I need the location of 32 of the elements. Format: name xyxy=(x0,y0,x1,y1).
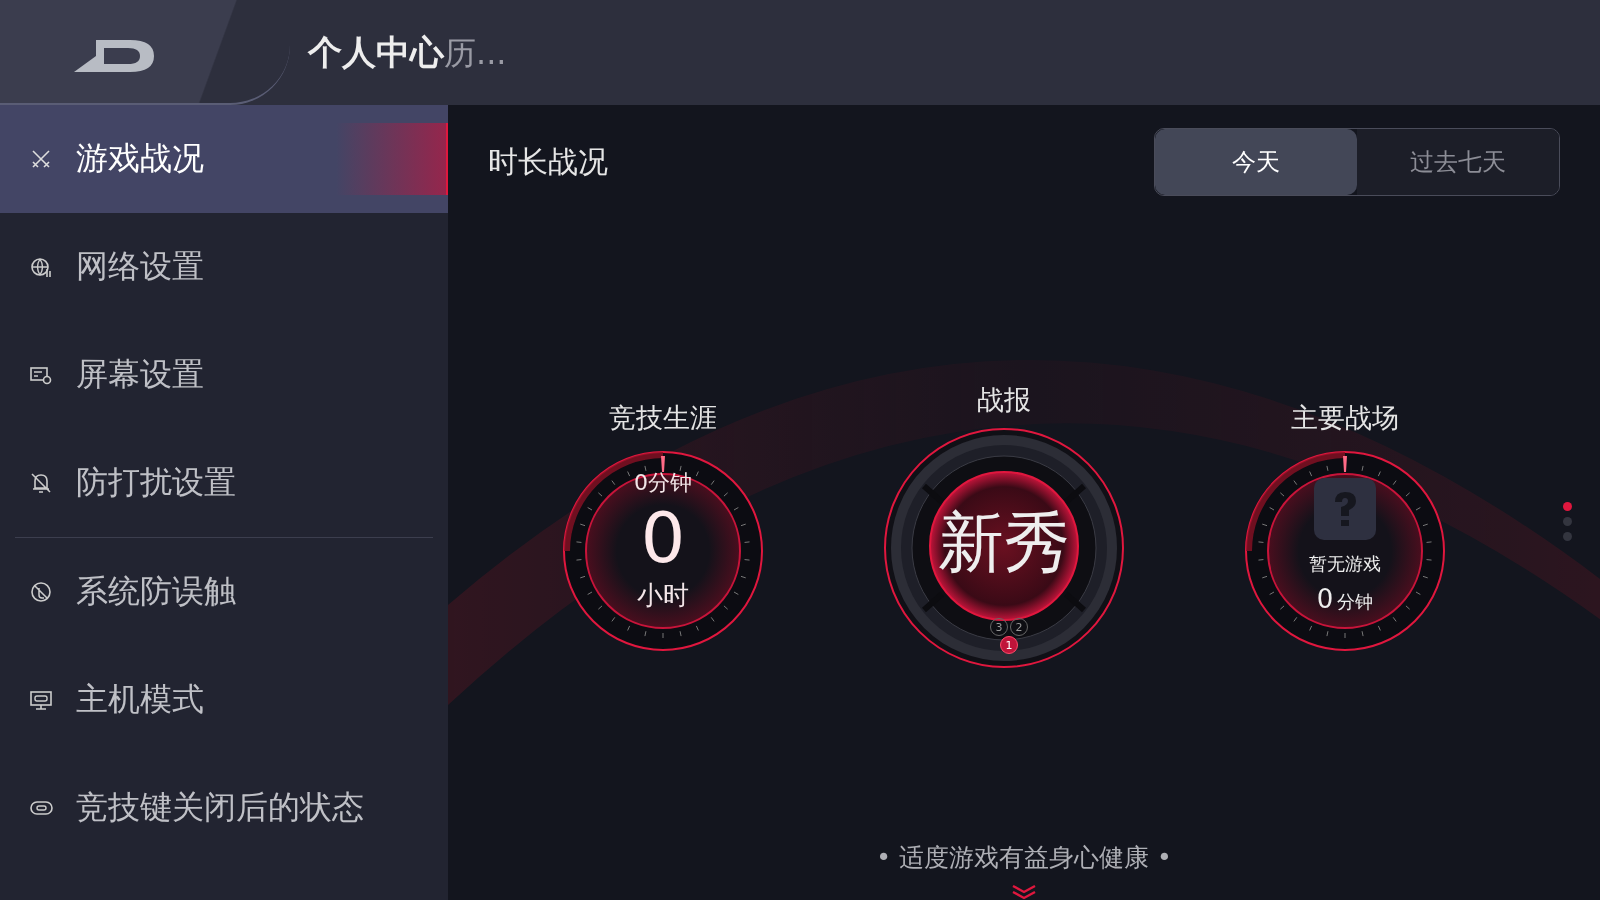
health-notice: • 适度游戏有益身心健康 • xyxy=(876,842,1172,874)
gauge-title: 战报 xyxy=(977,383,1031,417)
page-dot[interactable] xyxy=(1563,517,1572,526)
page-dot[interactable] xyxy=(1563,502,1572,511)
minutes-unit: 分钟 xyxy=(1337,590,1374,614)
period-tab[interactable]: 今天 xyxy=(1155,129,1357,195)
hours-value: 0 xyxy=(640,498,686,578)
hours-unit: 小时 xyxy=(637,579,689,612)
minutes-value: 0 xyxy=(1316,584,1334,614)
page-dot[interactable] xyxy=(1563,532,1572,541)
sidebar-item[interactable]: 系统防误触 xyxy=(0,538,448,646)
rank-title: 新秀 xyxy=(938,504,1070,582)
no-touch-icon xyxy=(30,581,54,603)
page-title: 个人中心 xyxy=(308,30,444,74)
minutes-value: 0分钟 xyxy=(634,469,692,497)
period-tab[interactable]: 过去七天 xyxy=(1357,129,1559,195)
game-name: 暂无游戏 xyxy=(1309,552,1381,576)
sidebar-item[interactable]: 网络设置 xyxy=(0,213,448,321)
sidebar-item[interactable]: 竞技键关闭后的状态 xyxy=(0,754,448,862)
sidebar-item[interactable]: 游戏战况 xyxy=(0,105,448,213)
question-mark-icon xyxy=(1314,478,1376,540)
sidebar-item[interactable]: 防打扰设置 xyxy=(0,429,448,537)
screen-gear-icon xyxy=(30,364,54,386)
gauge-title: 竞技生涯 xyxy=(609,401,717,435)
monitor-icon xyxy=(30,689,54,711)
page-title-overflow: 历... xyxy=(444,32,507,74)
sidebar-item[interactable]: 主机模式 xyxy=(0,646,448,754)
gauge-title: 主要战场 xyxy=(1291,401,1399,435)
double-chevron-down-icon[interactable] xyxy=(1011,884,1037,900)
sidebar-item[interactable]: 屏幕设置 xyxy=(0,321,448,429)
globe-icon xyxy=(30,256,54,278)
section-title: 时长战况 xyxy=(488,142,608,181)
